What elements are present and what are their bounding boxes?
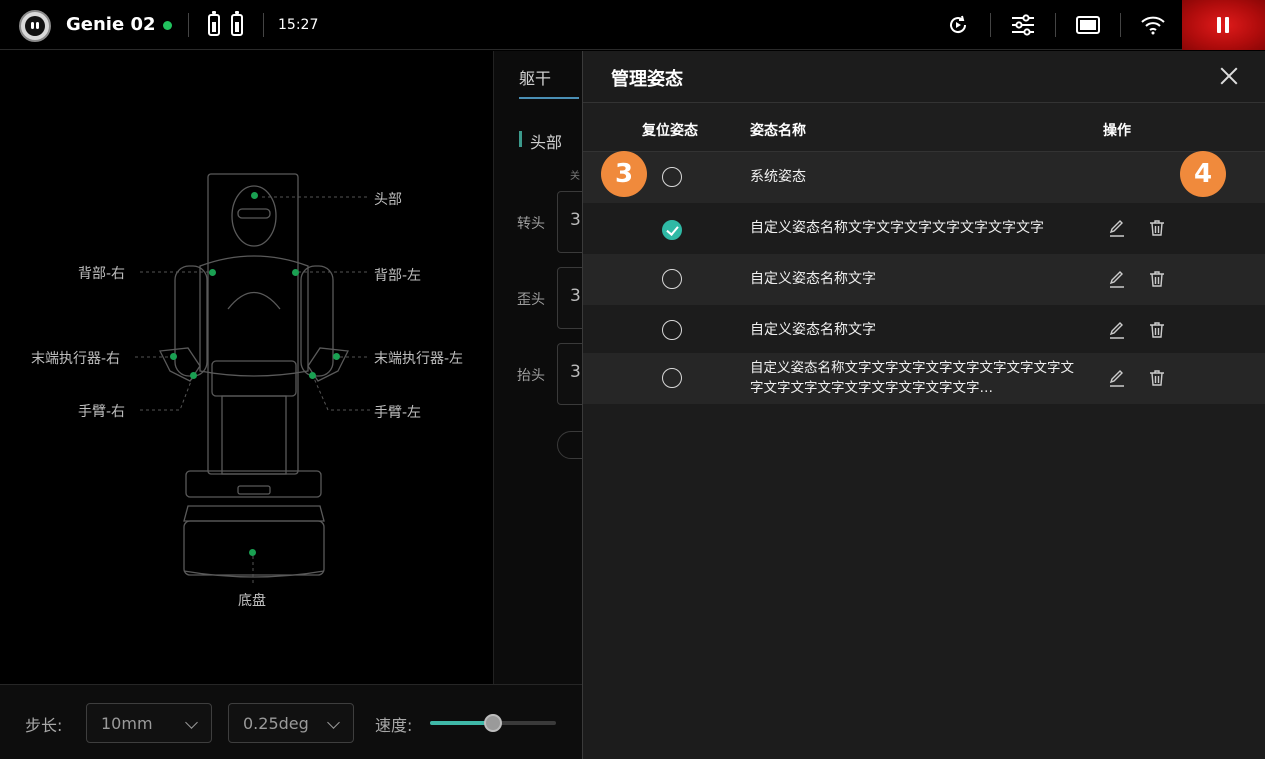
tab-active-indicator	[519, 97, 579, 99]
section-title-head: 头部	[530, 133, 563, 152]
robot-diagram-panel: 头部 背部-右 背部-左 末端执行器-右 末端执行器-左 手臂-右 手臂-左 底…	[0, 51, 493, 684]
table-header: 复位姿态 姿态名称 操作	[583, 102, 1265, 152]
divider	[188, 13, 189, 37]
edit-icon[interactable]	[1107, 218, 1127, 238]
clock: 15:27	[278, 17, 319, 33]
close-icon[interactable]	[1219, 66, 1239, 86]
column-hint: 关	[570, 171, 580, 182]
speed-label: 速度:	[375, 716, 413, 735]
part-label-back-right[interactable]: 背部-右	[78, 263, 125, 283]
step-speed-bar: 步长: 10mm 0.25deg 速度:	[0, 684, 582, 759]
delete-icon[interactable]	[1147, 218, 1167, 238]
pause-icon	[1217, 17, 1221, 33]
torso-control-panel: 躯干 头部 关 转头 30 歪头 30 抬头 30	[493, 51, 582, 684]
reset-pose-radio[interactable]	[662, 269, 682, 289]
screen-icon[interactable]	[1075, 12, 1101, 38]
table-row[interactable]: 自定义姿态名称文字	[583, 254, 1265, 305]
chevron-down-icon	[327, 716, 340, 729]
robot-avatar-icon[interactable]	[19, 10, 51, 42]
speed-slider-handle[interactable]	[484, 714, 502, 732]
table-row[interactable]: 自定义姿态名称文字	[583, 305, 1265, 356]
row-label-raise: 抬头	[517, 368, 545, 384]
turn-value-field[interactable]: 30	[557, 191, 582, 253]
part-label-arm-right[interactable]: 手臂-右	[78, 401, 125, 421]
divider	[1055, 13, 1056, 37]
edit-icon[interactable]	[1107, 269, 1127, 289]
pose-name: 自定义姿态名称文字文字文字文字文字文字文字文字文字文字文字文字文字文字文字文字文…	[750, 360, 1074, 396]
tab-torso[interactable]: 躯干	[519, 65, 551, 89]
tilt-value-field[interactable]: 30	[557, 267, 582, 329]
edit-icon[interactable]	[1107, 320, 1127, 340]
robot-name: Genie 02	[66, 14, 156, 35]
joint-dot-head[interactable]	[251, 192, 258, 199]
column-header-name: 姿态名称	[750, 123, 806, 139]
pose-name: 自定义姿态名称文字文字文字文字文字文字文字	[750, 220, 1044, 236]
step-deg-select[interactable]: 0.25deg	[228, 703, 354, 743]
column-header-action: 操作	[1103, 123, 1131, 139]
delete-icon[interactable]	[1147, 368, 1167, 388]
joint-dot-effector-right[interactable]	[170, 353, 177, 360]
reset-pose-radio[interactable]	[662, 220, 682, 240]
chevron-down-icon	[185, 716, 198, 729]
joint-dot-back-right[interactable]	[209, 269, 216, 276]
settings-sliders-icon[interactable]	[1010, 12, 1036, 38]
delete-icon[interactable]	[1147, 320, 1167, 340]
battery-icon	[231, 11, 243, 36]
delete-icon[interactable]	[1147, 269, 1167, 289]
pause-button[interactable]	[1182, 0, 1265, 50]
row-label-tilt: 歪头	[517, 292, 545, 308]
pose-name: 自定义姿态名称文字	[750, 322, 876, 338]
raise-value-field[interactable]: 30	[557, 343, 582, 405]
pose-name: 系统姿态	[750, 169, 806, 185]
step-label: 步长:	[25, 716, 63, 735]
joint-dot-arm-left[interactable]	[309, 372, 316, 379]
table-row[interactable]: 自定义姿态名称文字文字文字文字文字文字文字文字文字文字文字文字文字文字文字文字文…	[583, 353, 1265, 404]
section-marker	[519, 131, 522, 147]
part-label-back-left[interactable]: 背部-左	[374, 265, 421, 285]
top-bar: Genie 02 15:27	[0, 0, 1265, 50]
divider	[990, 13, 991, 37]
part-label-chassis[interactable]: 底盘	[238, 590, 266, 610]
speed-slider[interactable]	[430, 714, 556, 732]
step-mm-select[interactable]: 10mm	[86, 703, 212, 743]
edit-icon[interactable]	[1107, 368, 1127, 388]
row-label-turn: 转头	[517, 216, 545, 232]
reset-button[interactable]	[557, 431, 582, 459]
manage-pose-dialog: 管理姿态 复位姿态 姿态名称 操作 系统姿态 自定义姿态名称文字文字文字文字文字…	[582, 51, 1265, 759]
wifi-icon[interactable]	[1140, 12, 1166, 38]
step-badge-4: 4	[1180, 151, 1226, 197]
divider	[263, 13, 264, 37]
joint-dot-effector-left[interactable]	[333, 353, 340, 360]
replay-icon[interactable]	[945, 12, 971, 38]
joint-dot-arm-right[interactable]	[190, 372, 197, 379]
reset-pose-radio[interactable]	[662, 368, 682, 388]
part-label-effector-left[interactable]: 末端执行器-左	[374, 348, 463, 368]
table-row[interactable]: 自定义姿态名称文字文字文字文字文字文字文字	[583, 203, 1265, 254]
pose-name: 自定义姿态名称文字	[750, 271, 876, 287]
joint-dot-back-left[interactable]	[292, 269, 299, 276]
step-badge-3: 3	[601, 151, 647, 197]
divider	[1120, 13, 1121, 37]
part-label-head[interactable]: 头部	[374, 189, 402, 209]
battery-icon	[208, 11, 220, 36]
part-label-arm-left[interactable]: 手臂-左	[374, 402, 421, 422]
reset-pose-radio[interactable]	[662, 320, 682, 340]
connection-status-dot	[163, 21, 172, 30]
table-row[interactable]: 系统姿态	[583, 152, 1265, 203]
part-label-effector-right[interactable]: 末端执行器-右	[31, 348, 120, 368]
joint-dot-chassis[interactable]	[249, 549, 256, 556]
column-header-reset: 复位姿态	[642, 123, 698, 139]
reset-pose-radio[interactable]	[662, 167, 682, 187]
dialog-title: 管理姿态	[611, 69, 683, 90]
